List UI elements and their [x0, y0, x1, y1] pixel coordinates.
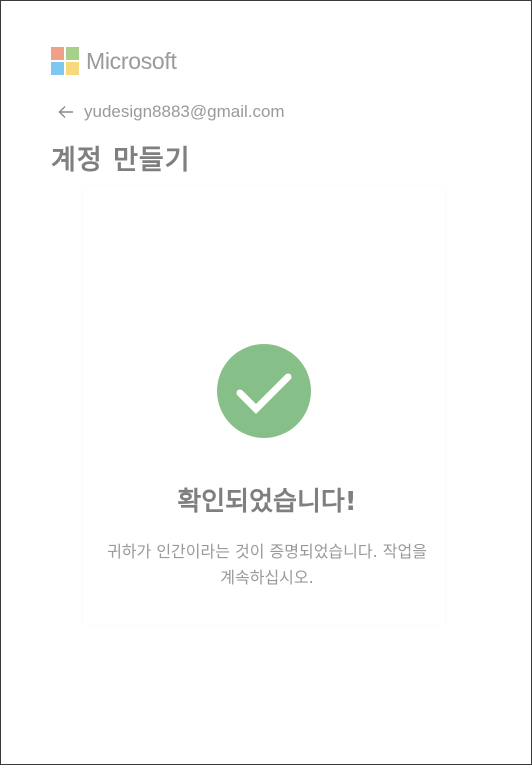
back-to-email[interactable]: yudesign8883@gmail.com — [58, 101, 285, 123]
microsoft-logo-icon — [51, 47, 79, 75]
logo-square-blue — [51, 62, 64, 75]
logo-square-red — [51, 47, 64, 60]
page-title: 계정 만들기 — [51, 145, 191, 176]
back-arrow-icon[interactable] — [58, 105, 74, 119]
checkmark-icon — [217, 344, 311, 438]
account-email: yudesign8883@gmail.com — [84, 102, 285, 121]
verification-title: 확인되었습니다! — [177, 487, 357, 517]
brand-name: Microsoft — [86, 48, 177, 74]
microsoft-logo: Microsoft — [51, 47, 177, 75]
window-frame: Microsoft yudesign8883@gmail.com 계정 만들기 … — [0, 0, 532, 765]
logo-square-yellow — [66, 62, 79, 75]
verification-message: 귀하가 인간이라는 것이 증명되었습니다. 작업을 계속하십시오. — [107, 542, 427, 587]
logo-square-green — [66, 47, 79, 60]
